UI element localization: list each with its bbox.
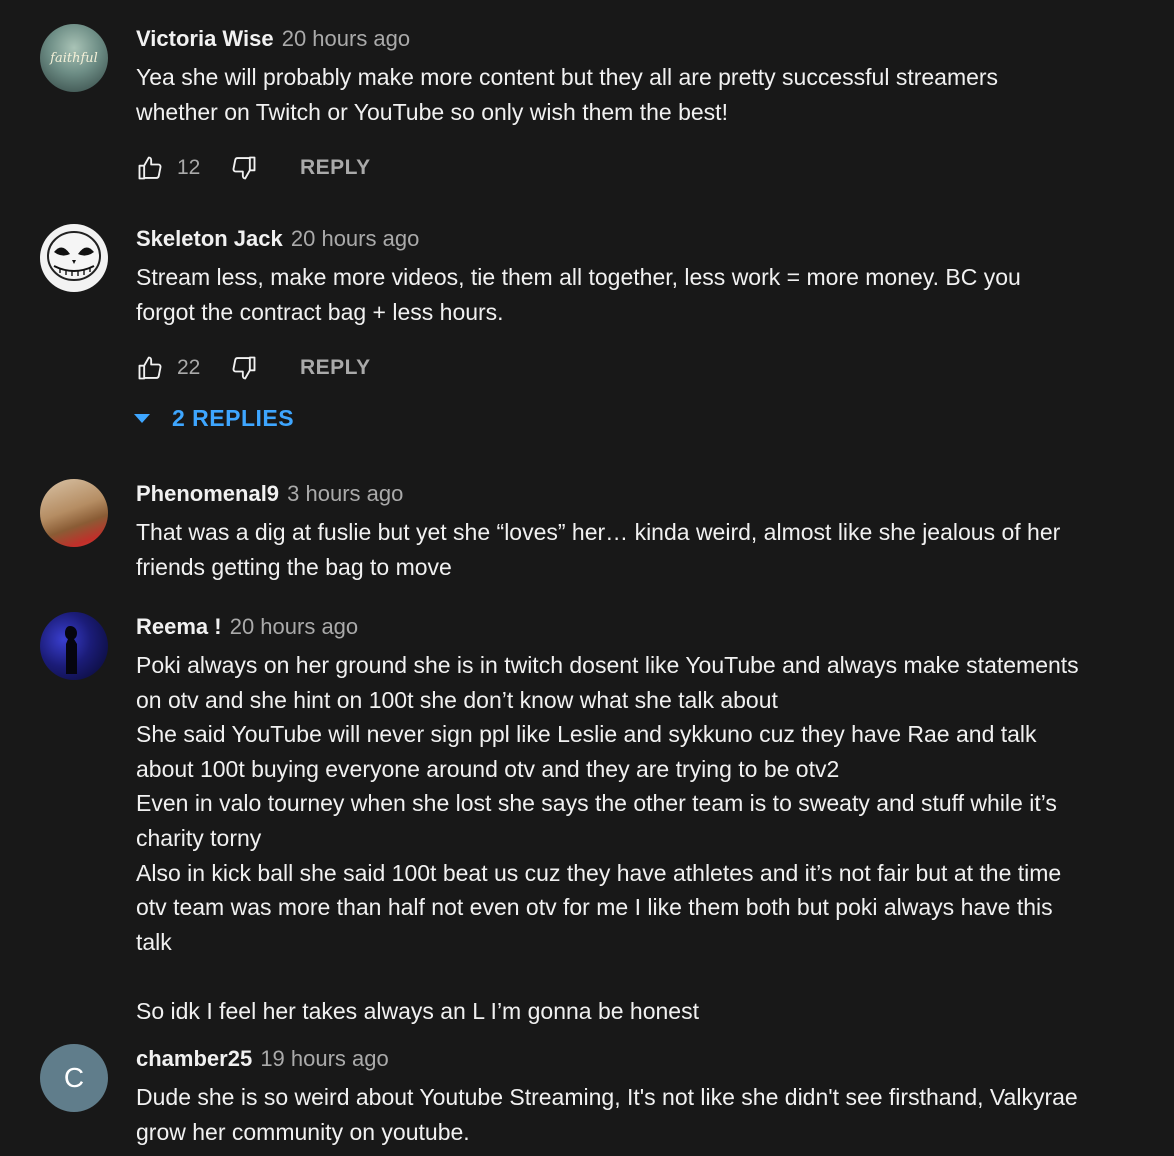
thumbs-down-icon[interactable] <box>230 154 258 182</box>
reply-button[interactable]: REPLY <box>300 156 371 180</box>
like-count: 12 <box>177 156 201 179</box>
avatar[interactable] <box>40 479 108 547</box>
comment-header: Phenomenal9 3 hours ago <box>136 479 1084 509</box>
like-count: 22 <box>177 356 201 379</box>
comment-header: Reema ! 20 hours ago <box>136 612 1084 642</box>
comment-body: Phenomenal9 3 hours ago That was a dig a… <box>136 479 1084 584</box>
replies-label: 2 REPLIES <box>172 404 295 431</box>
comment-author[interactable]: Phenomenal9 <box>136 481 279 506</box>
comment-text: Yea she will probably make more content … <box>136 64 999 125</box>
comment-body: chamber25 19 hours ago Dude she is so we… <box>136 1044 1084 1149</box>
avatar-letter: C <box>63 1062 85 1093</box>
comment-text: Dude she is so weird about Youtube Strea… <box>136 1084 1078 1145</box>
comment-body: Skeleton Jack 20 hours ago Stream less, … <box>136 224 1084 329</box>
thumbs-up-icon[interactable] <box>136 154 164 182</box>
thumbs-down-icon[interactable] <box>230 354 258 382</box>
avatar[interactable] <box>40 224 108 292</box>
comment-timestamp[interactable]: 20 hours ago <box>291 226 419 251</box>
comment-header: Skeleton Jack 20 hours ago <box>136 224 1084 254</box>
reply-button[interactable]: REPLY <box>300 356 371 380</box>
comment-timestamp[interactable]: 20 hours ago <box>282 26 410 51</box>
avatar[interactable]: faithful <box>40 24 108 92</box>
comment-text: Poki always on her ground she is in twit… <box>136 652 1079 1024</box>
caret-down-icon <box>134 413 150 423</box>
comment-body: Victoria Wise 20 hours ago Yea she will … <box>136 24 1084 129</box>
comment-header: Victoria Wise 20 hours ago <box>136 24 1084 54</box>
comment-timestamp[interactable]: 20 hours ago <box>230 614 358 639</box>
avatar[interactable] <box>40 612 108 680</box>
view-replies-button[interactable]: 2 REPLIES <box>134 402 294 434</box>
comment-text: Stream less, make more videos, tie them … <box>136 264 1021 325</box>
comment-actions: 12 REPLY <box>136 153 371 183</box>
comment-header: chamber25 19 hours ago <box>136 1044 1084 1074</box>
comment-author[interactable]: Skeleton Jack <box>136 226 283 251</box>
comment-timestamp[interactable]: 3 hours ago <box>287 481 403 506</box>
skull-icon <box>47 231 101 281</box>
comment-author[interactable]: chamber25 <box>136 1046 252 1071</box>
comment-actions: 22 REPLY <box>136 353 371 383</box>
comment-author[interactable]: Victoria Wise <box>136 26 274 51</box>
comment-author[interactable]: Reema ! <box>136 614 222 639</box>
comment-body: Reema ! 20 hours ago Poki always on her … <box>136 612 1084 1029</box>
comment-timestamp[interactable]: 19 hours ago <box>260 1046 388 1071</box>
thumbs-up-icon[interactable] <box>136 354 164 382</box>
avatar[interactable]: C <box>40 1044 108 1112</box>
avatar-logo-text: faithful <box>50 50 98 66</box>
comment-text: That was a dig at fuslie but yet she “lo… <box>136 519 1061 580</box>
